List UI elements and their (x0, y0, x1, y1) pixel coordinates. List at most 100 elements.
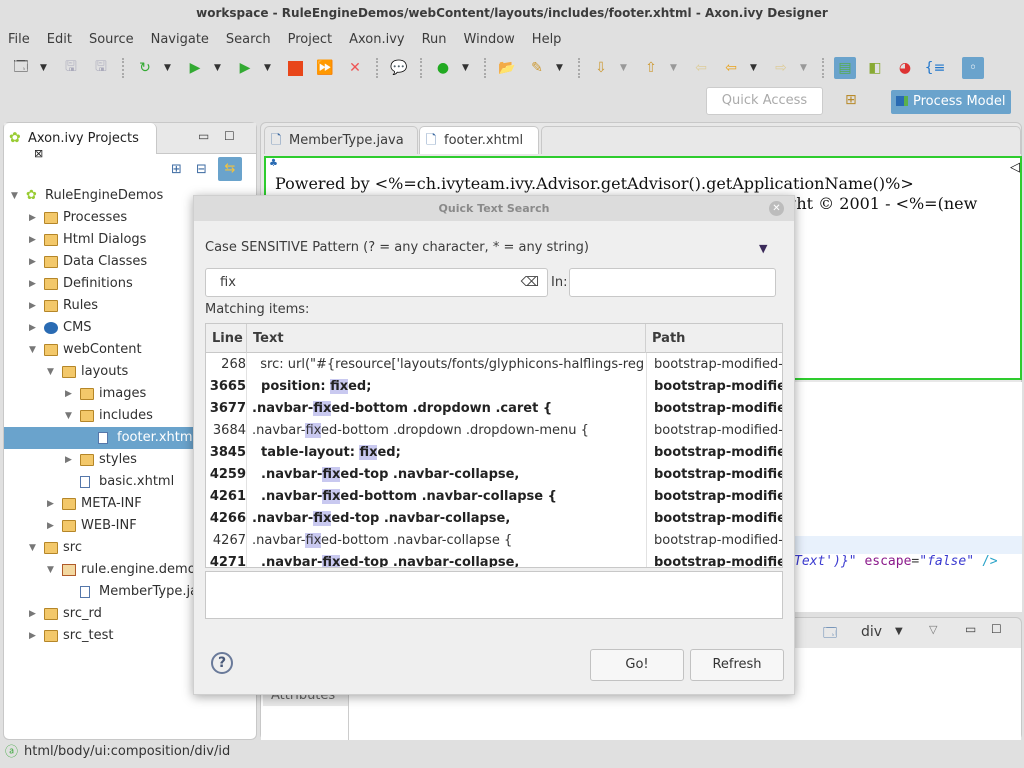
table-row[interactable]: 4266 .navbar-fixed-top .navbar-collapse, b… (206, 508, 782, 530)
remove-breakpoints-icon[interactable]: ✕ (344, 57, 366, 79)
link-with-editor-icon[interactable]: ⇆ (218, 157, 242, 181)
close-icon[interactable]: ✕ (769, 201, 784, 216)
new-icon[interactable]: 🗔 (10, 57, 32, 79)
table-row[interactable]: 4259 .navbar-fixed-top .navbar-collapse,… (206, 464, 782, 486)
brush-icon[interactable]: ✎ (526, 57, 548, 79)
collapsed-arrow-icon[interactable]: ▶ (29, 625, 36, 647)
collapsed-arrow-icon[interactable]: ▶ (29, 207, 36, 229)
menu-source[interactable]: Source (81, 27, 143, 52)
menu-search[interactable]: Search (218, 27, 280, 52)
last-edit-icon[interactable]: ⇦ (690, 57, 712, 79)
prev-annotation-icon[interactable]: ⇧ (640, 57, 662, 79)
source-icon[interactable]: {≡ (924, 57, 946, 79)
start-engine-icon[interactable]: ● (432, 57, 454, 79)
menu-help[interactable]: Help (524, 27, 571, 52)
collapsed-arrow-icon[interactable]: ▶ (65, 383, 72, 405)
search-input[interactable]: fix ⌫ (205, 268, 548, 297)
menu-edit[interactable]: Edit (39, 27, 81, 52)
expanded-arrow-icon[interactable]: ▼ (65, 405, 72, 427)
menu-run[interactable]: Run (414, 27, 456, 52)
next-annotation-icon[interactable]: ⇩ (590, 57, 612, 79)
collapsed-arrow-icon[interactable]: ▶ (29, 229, 36, 251)
table-row[interactable]: 3684 .navbar-fixed-bottom .dropdown .drop… (206, 420, 782, 442)
back-dropdown[interactable]: ▼ (750, 63, 762, 73)
view-menu-icon[interactable]: ▽ (929, 623, 937, 636)
edit-element-icon[interactable]: 🗔 (823, 624, 837, 646)
chat-icon[interactable]: 💬 (388, 57, 410, 79)
minimize-icon[interactable]: ▭ (198, 129, 209, 143)
perspective-process-model[interactable]: Process Model (891, 90, 1011, 114)
menu-project[interactable]: Project (280, 27, 341, 52)
menu-axonivy[interactable]: Axon.ivy (341, 27, 414, 52)
run-icon[interactable]: ▶ (234, 57, 256, 79)
in-input[interactable] (569, 268, 776, 297)
table-row[interactable]: 4267 .navbar-fixed-bottom .navbar-collaps… (206, 530, 782, 552)
go-button[interactable]: Go! (590, 649, 684, 681)
expand-all-icon[interactable]: ⊞ (171, 162, 182, 177)
collapsed-arrow-icon[interactable]: ▶ (29, 295, 36, 317)
chart-icon[interactable]: ◕ (894, 57, 916, 79)
collapsed-arrow-icon[interactable]: ▶ (65, 449, 72, 471)
expanded-arrow-icon[interactable]: ▼ (29, 339, 36, 361)
table-row[interactable]: 3677 .navbar-fixed-bottom .dropdown .care… (206, 398, 782, 420)
menu-file[interactable]: File (0, 27, 39, 52)
help-icon[interactable]: ? (211, 652, 233, 674)
menu-navigate[interactable]: Navigate (143, 27, 218, 52)
expanded-arrow-icon[interactable]: ▼ (47, 559, 54, 581)
tab-axon-ivy-projects[interactable]: ✿ Axon.ivy Projects ⊠ (4, 123, 157, 160)
save-all-icon[interactable]: 🖫 (90, 57, 112, 79)
table-row[interactable]: 3665 position: fixed; bootstrap-modified-… (206, 376, 782, 398)
clear-icon[interactable]: ⌫ (521, 269, 539, 296)
open-folder-icon[interactable]: 📂 (496, 57, 518, 79)
preview-icon[interactable]: ◦ (962, 57, 984, 79)
expanded-arrow-icon[interactable]: ▼ (11, 185, 18, 207)
column-path[interactable]: Path (646, 324, 782, 353)
column-line[interactable]: Line (206, 324, 247, 353)
refresh-run-icon[interactable]: ↻ (134, 57, 156, 79)
collapsed-arrow-icon[interactable]: ▶ (47, 515, 54, 537)
expanded-arrow-icon[interactable]: ▼ (47, 361, 54, 383)
debug-icon[interactable]: ▶ (184, 57, 206, 79)
table-row[interactable]: 4271 .navbar-fixed-top .navbar-collapse,… (206, 552, 782, 567)
table-row[interactable]: 268 src: url("#{resource['layouts/fonts/… (206, 354, 782, 376)
save-icon[interactable]: 🖫 (60, 57, 82, 79)
column-text[interactable]: Text (247, 324, 646, 353)
table-row[interactable]: 3845 table-layout: fixed; bootstrap-modif… (206, 442, 782, 464)
maximize-icon[interactable]: ☐ (224, 129, 235, 143)
fast-forward-icon[interactable]: ⏩ (314, 57, 336, 79)
collapse-palette-icon[interactable]: ◁ (1010, 160, 1020, 175)
engine-dropdown[interactable]: ▼ (462, 63, 474, 73)
next-dropdown[interactable]: ▼ (620, 63, 632, 73)
expanded-arrow-icon[interactable]: ▼ (29, 537, 36, 559)
layout-vertical-icon[interactable]: ◧ (864, 57, 886, 79)
collapsed-arrow-icon[interactable]: ▶ (29, 273, 36, 295)
prev-dropdown[interactable]: ▼ (670, 63, 682, 73)
refresh-button[interactable]: Refresh (690, 649, 784, 681)
back-icon[interactable]: ⇦ (720, 57, 742, 79)
stop-icon[interactable] (284, 57, 306, 79)
brush-dropdown[interactable]: ▼ (556, 63, 568, 73)
tab-membertype-java[interactable]: 🗋 MemberType.java (264, 126, 418, 154)
table-row[interactable]: 4261 .navbar-fixed-bottom .navbar-collap… (206, 486, 782, 508)
close-icon[interactable]: ⊠ (34, 147, 43, 160)
collapsed-arrow-icon[interactable]: ▶ (47, 493, 54, 515)
element-dropdown[interactable]: ▼ (895, 626, 903, 637)
collapsed-arrow-icon[interactable]: ▶ (29, 317, 36, 339)
pattern-history-dropdown[interactable]: ▼ (759, 242, 767, 255)
maximize-icon[interactable]: ☐ (991, 622, 1002, 636)
collapsed-arrow-icon[interactable]: ▶ (29, 251, 36, 273)
forward-dropdown[interactable]: ▼ (800, 63, 812, 73)
debug-dropdown[interactable]: ▼ (214, 63, 226, 73)
menu-window[interactable]: Window (456, 27, 524, 52)
quick-access-input[interactable]: Quick Access (706, 87, 823, 115)
new-dropdown[interactable]: ▼ (40, 63, 52, 73)
refresh-dropdown[interactable]: ▼ (164, 63, 176, 73)
collapse-all-icon[interactable]: ⊟ (196, 162, 207, 177)
collapsed-arrow-icon[interactable]: ▶ (29, 603, 36, 625)
layout-horizontal-icon[interactable]: ▤ (834, 57, 856, 79)
open-perspective-icon[interactable]: ⊞ (845, 92, 857, 108)
forward-icon[interactable]: ⇨ (770, 57, 792, 79)
run-dropdown[interactable]: ▼ (264, 63, 276, 73)
minimize-icon[interactable]: ▭ (965, 622, 976, 636)
tab-footer-xhtml[interactable]: 🗋 footer.xhtml ⊠ (419, 126, 539, 175)
